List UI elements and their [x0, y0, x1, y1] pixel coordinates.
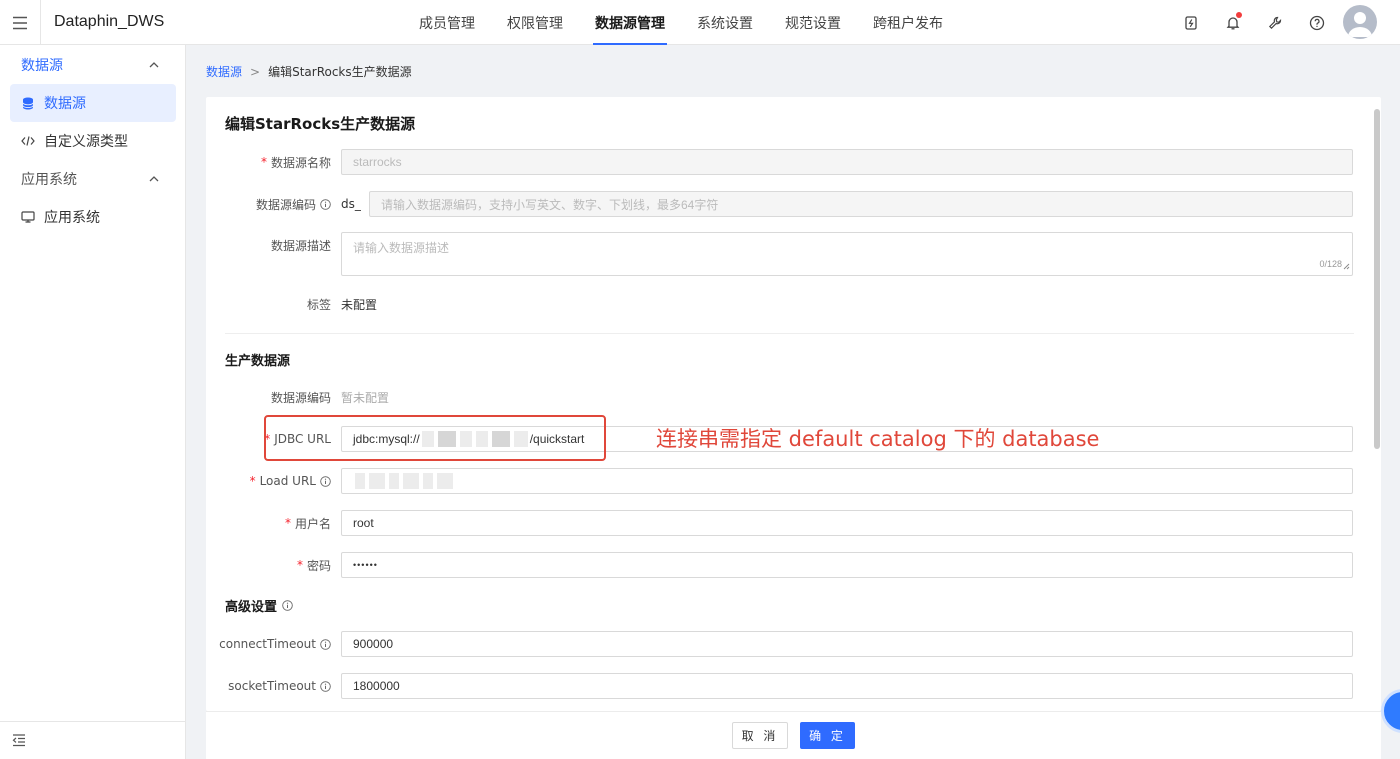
form-title: 编辑StarRocks生产数据源	[225, 115, 416, 133]
app-title: Dataphin_DWS	[54, 13, 165, 30]
datasource-code-input: 请输入数据源编码，支持小写英文、数字、下划线，最多64字符	[369, 191, 1353, 217]
sidebar-group-label: 应用系统	[21, 172, 77, 188]
floating-help-button[interactable]	[1381, 689, 1400, 733]
username-label: * 用户名	[284, 516, 331, 531]
sidebar-item-datasource[interactable]: 数据源	[10, 84, 176, 122]
sidebar-footer	[0, 721, 186, 759]
nav-spec-settings[interactable]: 规范设置	[769, 0, 857, 45]
required-mark: *	[284, 516, 291, 530]
password-label: * 密码	[296, 558, 331, 573]
redacted-block	[403, 473, 419, 489]
socket-timeout-input[interactable]: 1800000	[341, 673, 1353, 699]
info-icon[interactable]	[320, 475, 331, 487]
monitor-icon	[21, 210, 35, 224]
nav-permission-management[interactable]: 权限管理	[491, 0, 579, 45]
cancel-button[interactable]: 取 消	[732, 722, 788, 749]
prod-section-title: 生产数据源	[225, 354, 291, 369]
collapse-sidebar-icon[interactable]	[12, 733, 26, 751]
jdbc-highlight-box	[264, 415, 606, 461]
required-mark: *	[260, 155, 267, 169]
breadcrumb-current: 编辑StarRocks生产数据源	[268, 65, 412, 79]
menu-toggle-icon[interactable]	[0, 0, 41, 45]
user-avatar[interactable]	[1343, 5, 1377, 39]
load-url-input[interactable]	[341, 468, 1353, 494]
sidebar-item-label: 数据源	[44, 96, 86, 112]
breadcrumb-separator: >	[250, 64, 261, 79]
datasource-code-prefix: ds_	[341, 197, 361, 211]
nav-system-settings[interactable]: 系统设置	[681, 0, 769, 45]
prod-code-value: 暂未配置	[341, 390, 390, 405]
load-url-label: * Load URL	[131, 468, 331, 494]
redacted-block	[355, 473, 365, 489]
prod-code-label: 数据源编码	[270, 390, 331, 405]
tag-value: 未配置	[341, 297, 378, 312]
info-icon[interactable]	[320, 680, 331, 692]
datasource-desc-label: 数据源描述	[270, 238, 331, 253]
datasource-code-label: 数据源编码	[131, 191, 331, 217]
database-icon	[21, 96, 35, 110]
password-input[interactable]: ••••••	[341, 552, 1353, 578]
wrench-icon[interactable]	[1254, 0, 1296, 45]
connect-timeout-input[interactable]: 900000	[341, 631, 1353, 657]
advanced-section-title: 高级设置	[225, 596, 293, 615]
info-icon[interactable]	[320, 638, 331, 650]
required-mark: *	[296, 558, 303, 572]
nav-datasource-management[interactable]: 数据源管理	[579, 0, 681, 45]
info-icon[interactable]	[282, 600, 293, 611]
nav-cross-tenant-publish[interactable]: 跨租户发布	[857, 0, 959, 45]
username-input[interactable]: root	[341, 510, 1353, 536]
bell-icon[interactable]	[1212, 0, 1254, 45]
power-icon[interactable]	[1170, 0, 1212, 45]
tag-label: 标签	[306, 297, 331, 312]
notification-dot	[1236, 12, 1242, 18]
help-icon[interactable]	[1296, 0, 1338, 45]
confirm-button[interactable]: 确 定	[800, 722, 855, 749]
sidebar-item-label: 自定义源类型	[44, 134, 128, 150]
datasource-name-input: starrocks	[341, 149, 1353, 175]
nav-member-management[interactable]: 成员管理	[403, 0, 491, 45]
form-footer	[206, 711, 1381, 759]
datasource-name-label: * 数据源名称	[260, 155, 331, 170]
sidebar-group-label: 数据源	[21, 58, 63, 74]
char-counter: 0/128	[1319, 259, 1342, 269]
resize-handle-icon[interactable]	[1343, 259, 1350, 273]
redacted-block	[423, 473, 433, 489]
sidebar-item-label: 应用系统	[44, 210, 100, 226]
redacted-block	[389, 473, 399, 489]
redacted-block	[369, 473, 385, 489]
section-divider	[225, 333, 1354, 334]
info-icon[interactable]	[320, 198, 331, 210]
required-mark: *	[249, 474, 256, 488]
main-nav: 成员管理 权限管理 数据源管理 系统设置 规范设置 跨租户发布	[403, 0, 959, 45]
datasource-desc-textarea[interactable]: 请输入数据源描述 0/128	[341, 232, 1353, 276]
chevron-up-icon	[148, 59, 160, 75]
form-scrollbar[interactable]	[1374, 109, 1380, 449]
chevron-up-icon	[148, 173, 160, 189]
connect-timeout-label: connectTimeout	[131, 631, 331, 657]
breadcrumb-root-link[interactable]: 数据源	[206, 63, 242, 80]
jdbc-annotation: 连接串需指定 default catalog 下的 database	[656, 427, 1100, 451]
code-icon	[21, 134, 35, 148]
socket-timeout-label: socketTimeout	[131, 673, 331, 699]
top-bar: Dataphin_DWS 成员管理 权限管理 数据源管理 系统设置 规范设置 跨…	[0, 0, 1400, 45]
breadcrumb: 数据源 > 编辑StarRocks生产数据源	[206, 63, 412, 80]
redacted-block	[437, 473, 453, 489]
sidebar-group-datasource[interactable]: 数据源	[0, 47, 186, 83]
